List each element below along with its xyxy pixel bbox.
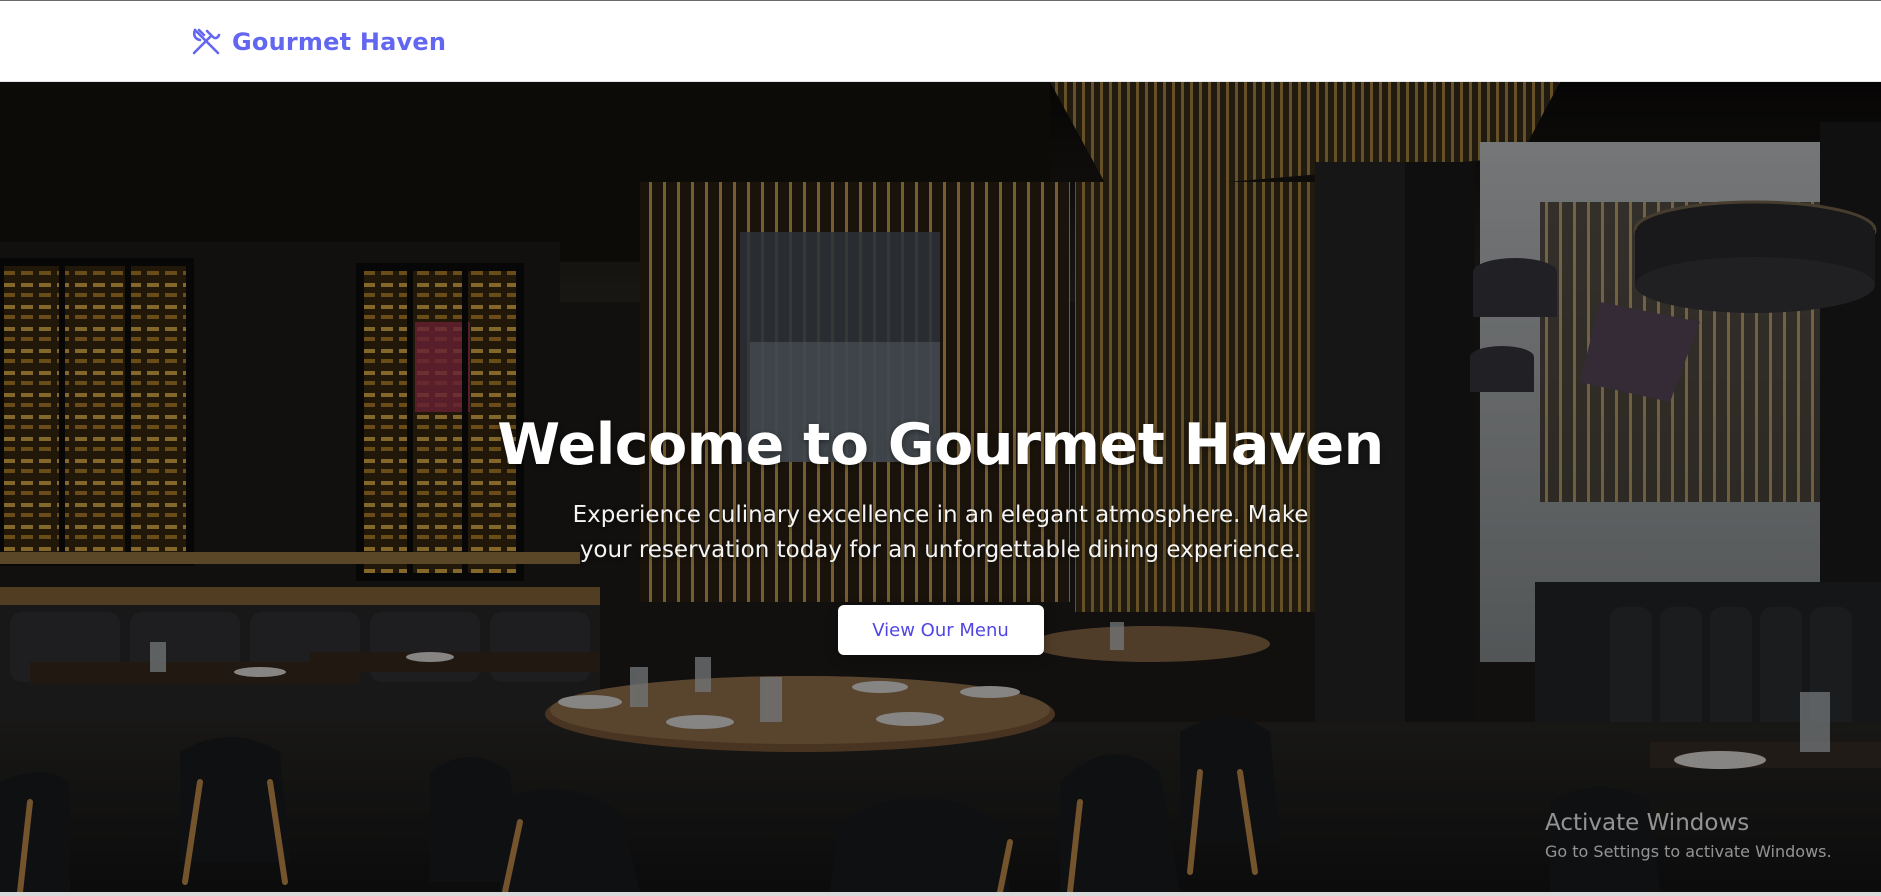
view-menu-button[interactable]: View Our Menu <box>837 605 1044 655</box>
hero-title: Welcome to Gourmet Haven <box>497 412 1384 478</box>
hero-content: Welcome to Gourmet Haven Experience culi… <box>0 412 1881 655</box>
watermark-title: Activate Windows <box>1545 810 1750 836</box>
activate-windows-watermark: Activate Windows Go to Settings to activ… <box>1545 808 1832 864</box>
bottom-edge <box>0 892 1881 896</box>
watermark-subtitle: Go to Settings to activate Windows. <box>1545 842 1832 861</box>
navbar: Gourmet Haven <box>0 1 1881 82</box>
hero-subtitle: Experience culinary excellence in an ele… <box>572 502 1309 563</box>
brand-logo-link[interactable]: Gourmet Haven <box>190 26 446 58</box>
hero-section: Welcome to Gourmet Haven Experience culi… <box>0 82 1881 892</box>
brand-name: Gourmet Haven <box>232 28 447 56</box>
utensils-crossed-icon <box>192 28 221 55</box>
